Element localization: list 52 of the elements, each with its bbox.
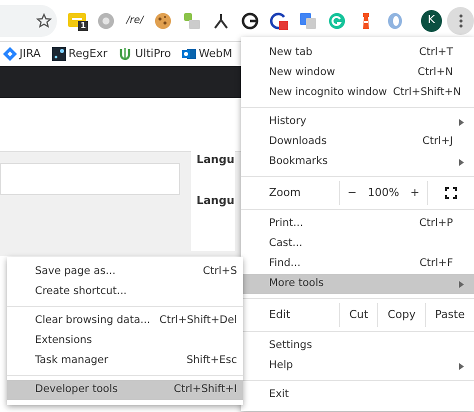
menu-item[interactable]: Clear browsing data... Ctrl+Shift+Del: [7, 311, 243, 331]
menu-item[interactable]: Developer tools Ctrl+Shift+I: [7, 380, 243, 400]
menu-button[interactable]: [447, 6, 474, 34]
menu-item[interactable]: Bookmarks: [241, 152, 474, 172]
kebab-icon: [458, 14, 463, 28]
cookie-icon[interactable]: [154, 12, 172, 30]
extension-label[interactable]: /re/: [126, 13, 144, 28]
menu-item[interactable]: New tab Ctrl+T: [241, 43, 474, 63]
edit-action-button[interactable]: Copy: [384, 306, 420, 324]
input-field[interactable]: [0, 163, 180, 195]
mail-icon: [182, 47, 196, 61]
menu-item[interactable]: Task manager Shift+Esc: [7, 351, 243, 371]
bookmark[interactable]: WebM: [182, 46, 232, 62]
menu-item[interactable]: Downloads Ctrl+J: [241, 132, 474, 152]
field-label: Langu: [196, 152, 235, 168]
menu-label: Zoom: [268, 184, 302, 201]
zoom-out-button[interactable]: −: [344, 184, 361, 202]
submenu-arrow-icon: [459, 362, 464, 370]
address-bar[interactable]: [0, 4, 58, 36]
menu-item[interactable]: Find... Ctrl+F: [241, 254, 474, 274]
menu-item[interactable]: New window Ctrl+N: [241, 63, 474, 83]
bookmark[interactable]: JIRA: [2, 46, 41, 62]
menu-item[interactable]: Help: [241, 356, 474, 376]
menu-item[interactable]: Save page as... Ctrl+S: [7, 262, 243, 282]
field-label: Langu: [196, 192, 235, 208]
profile-avatar[interactable]: K: [420, 10, 442, 32]
menu-item[interactable]: History: [241, 112, 474, 132]
menu-item[interactable]: Create shortcut...: [7, 282, 243, 302]
menu-item[interactable]: Print... Ctrl+P: [241, 214, 474, 234]
menu-item[interactable]: Cast...: [241, 234, 474, 254]
badge-count: 1: [78, 21, 88, 32]
submenu-arrow-icon: [459, 118, 464, 126]
menu-item[interactable]: New incognito window Ctrl+Shift+N: [241, 83, 474, 103]
menu-label: Edit: [268, 306, 292, 323]
submenu-arrow-icon: [459, 280, 464, 288]
submenu-arrow-icon: [459, 158, 464, 166]
edit-action-button[interactable]: Paste: [431, 306, 469, 324]
zoom-in-button[interactable]: +: [406, 184, 424, 202]
fullscreen-icon[interactable]: [445, 187, 457, 199]
regex-icon: [52, 47, 66, 61]
menu-item[interactable]: More tools: [241, 274, 474, 294]
bookmark[interactable]: RegExr: [52, 46, 108, 62]
menu-item[interactable]: Extensions: [7, 331, 243, 351]
tuning-fork-icon: [118, 47, 132, 61]
diamond-icon: [2, 47, 17, 61]
menu-item[interactable]: Settings: [241, 336, 474, 356]
menu-item[interactable]: Exit: [241, 385, 474, 405]
bookmark[interactable]: UltiPro: [118, 46, 172, 62]
star-icon[interactable]: [36, 12, 52, 28]
edit-action-button[interactable]: Cut: [345, 306, 372, 324]
zoom-level: 100%: [368, 184, 400, 201]
fork-icon[interactable]: [212, 12, 230, 30]
